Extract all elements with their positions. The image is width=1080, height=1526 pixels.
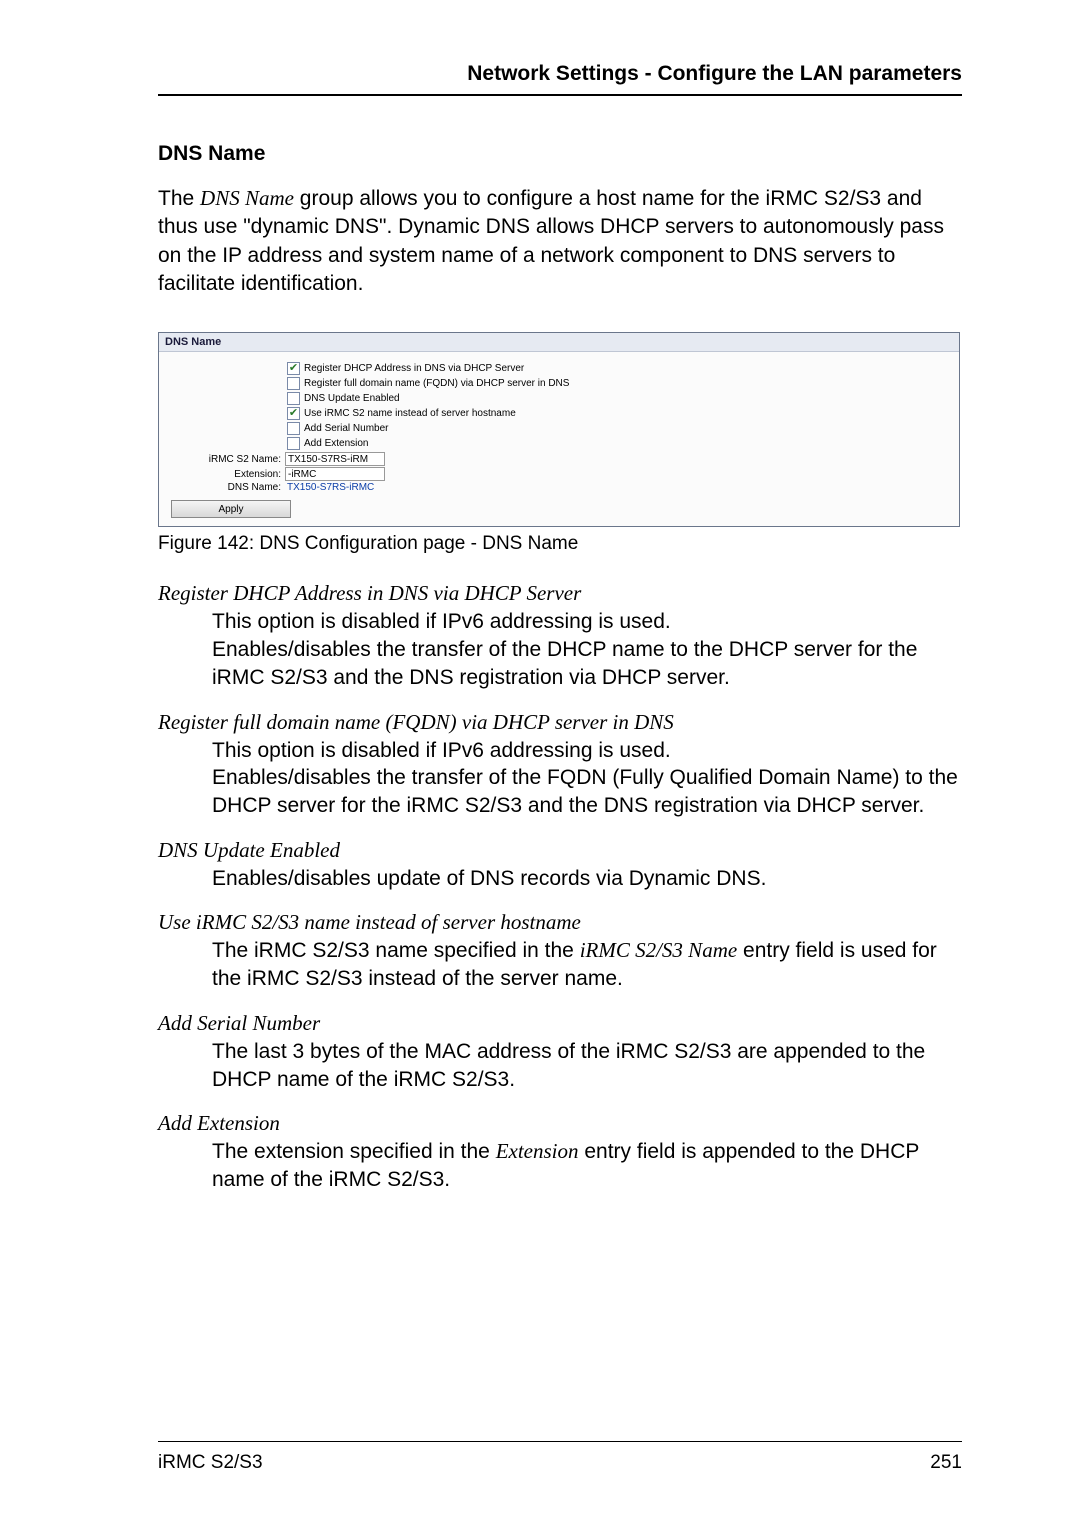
option-label: Register DHCP Address in DNS via DHCP Se… [304,363,524,374]
option-label: Use iRMC S2 name instead of server hostn… [304,408,516,419]
page-header-title: Network Settings - Configure the LAN par… [158,62,962,94]
section-heading: DNS Name [158,142,962,166]
definition-term: Add Serial Number [158,1011,962,1036]
checkbox[interactable] [287,392,300,405]
option-label: Add Serial Number [304,423,388,434]
apply-button[interactable]: Apply [171,500,291,518]
panel-title: DNS Name [159,333,959,352]
option-label: Register full domain name (FQDN) via DHC… [304,378,569,389]
option-row: Use iRMC S2 name instead of server hostn… [165,407,953,420]
checkbox[interactable] [287,437,300,450]
definition-body: This option is disabled if IPv6 addressi… [212,737,962,820]
intro-term: DNS Name [200,186,294,210]
footer-page-number: 251 [930,1452,962,1474]
definition-term: Register DHCP Address in DNS via DHCP Se… [158,581,962,606]
option-label: Add Extension [304,438,369,449]
extension-label: Extension: [165,469,285,480]
definition-term: Register full domain name (FQDN) via DHC… [158,710,962,735]
option-row: Add Serial Number [165,422,953,435]
definition-body: Enables/disables update of DNS records v… [212,865,962,893]
header-rule [158,94,962,96]
footer-left: iRMC S2/S3 [158,1452,263,1474]
footer-rule [158,1441,962,1442]
extension-input[interactable] [285,467,385,481]
figure-caption: Figure 142: DNS Configuration page - DNS… [158,533,962,555]
option-label: DNS Update Enabled [304,393,400,404]
panel-content: Register DHCP Address in DNS via DHCP Se… [159,352,959,526]
definition-term: Add Extension [158,1111,962,1136]
definition-term: Use iRMC S2/S3 name instead of server ho… [158,910,962,935]
intro-pre: The [158,187,200,210]
definition-body: The last 3 bytes of the MAC address of t… [212,1038,962,1093]
option-row: DNS Update Enabled [165,392,953,405]
checkbox[interactable] [287,362,300,375]
page-footer: iRMC S2/S3 251 [158,1441,962,1474]
dns-name-row: DNS Name: TX150-S7RS-iRMC [165,482,953,493]
irmc-name-input[interactable] [285,452,385,466]
definition-body: This option is disabled if IPv6 addressi… [212,608,962,691]
checkbox[interactable] [287,377,300,390]
checkbox[interactable] [287,422,300,435]
definition-body: The iRMC S2/S3 name specified in the iRM… [212,937,962,992]
dns-name-panel: DNS Name Register DHCP Address in DNS vi… [158,332,960,527]
dns-name-label: DNS Name: [165,482,285,493]
extension-row: Extension: [165,467,953,481]
option-row: Register DHCP Address in DNS via DHCP Se… [165,362,953,375]
definition-term: DNS Update Enabled [158,838,962,863]
checkbox[interactable] [287,407,300,420]
irmc-name-row: iRMC S2 Name: [165,452,953,466]
option-row: Add Extension [165,437,953,450]
irmc-name-label: iRMC S2 Name: [165,454,285,465]
dns-name-value: TX150-S7RS-iRMC [285,482,374,493]
intro-paragraph: The DNS Name group allows you to configu… [158,184,962,298]
option-row: Register full domain name (FQDN) via DHC… [165,377,953,390]
definition-body: The extension specified in the Extension… [212,1138,962,1193]
